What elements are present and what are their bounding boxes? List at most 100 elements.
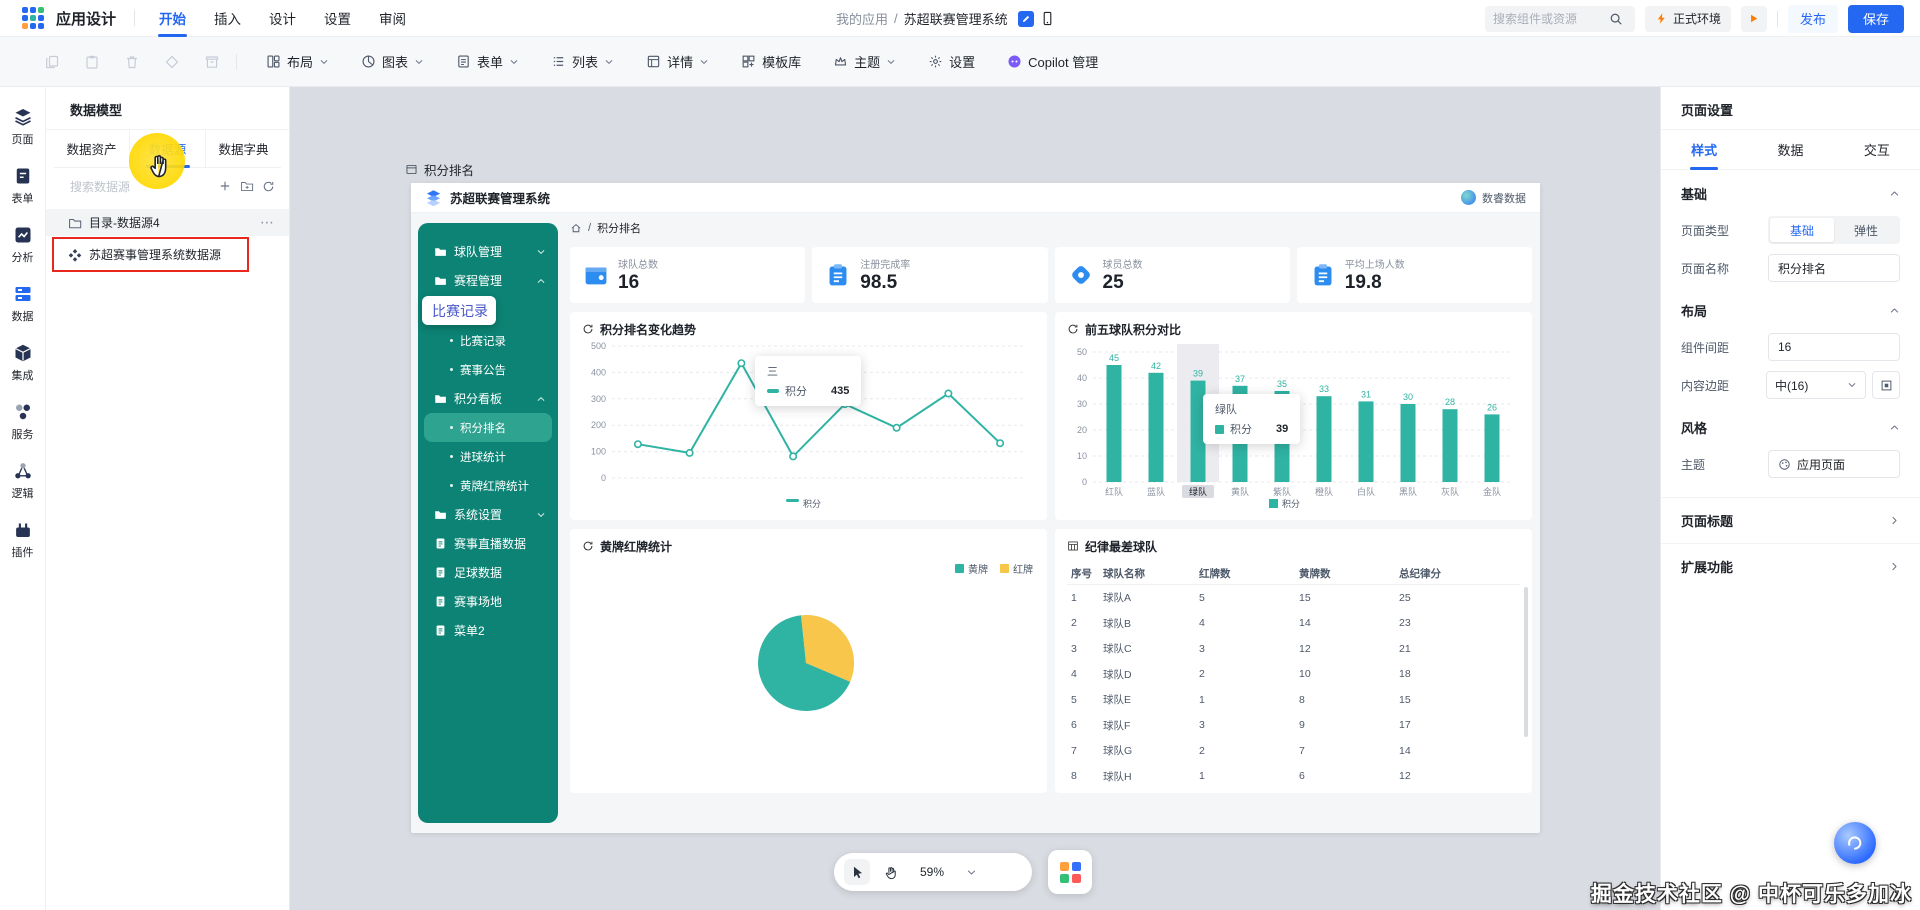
paste-icon[interactable] [84,54,100,70]
chevron-down-icon [414,57,424,67]
table-row[interactable]: 6 球队F 3 9 17 [1067,713,1520,739]
table-row[interactable]: 8 球队H 1 6 12 [1067,764,1520,790]
dash-menu-item[interactable]: 足球数据 [424,558,552,587]
save-button[interactable]: 保存 [1847,4,1904,33]
design-canvas[interactable]: 积分排名 苏超联赛管理系统 数睿数据 球队管理 赛程管理 比赛记录 比赛记录 赛事公告积… [290,87,1660,910]
tab-interaction[interactable]: 交互 [1834,130,1920,169]
toolbar-theme-button[interactable]: 主题 [820,46,909,77]
dash-menu-item[interactable]: 黄牌红牌统计 [424,471,552,500]
tree-folder-row[interactable]: 目录-数据源4 ⋯ [46,209,289,236]
table-row[interactable]: 3 球队C 3 12 21 [1067,636,1520,662]
add-folder-icon[interactable] [240,179,254,193]
clear-icon[interactable] [204,54,220,70]
rail-item-integration[interactable]: 集成 [12,343,34,383]
toolbar-form2-button[interactable]: 表单 [443,46,532,77]
page-type-segment[interactable]: 基础 弹性 [1768,216,1900,244]
delete-icon[interactable] [124,54,140,70]
line-chart-card[interactable]: 积分排名变化趋势 0 100 200 300 400 500 积分 三 积分 435 [570,312,1047,520]
more-icon[interactable]: ⋯ [260,214,275,231]
menu-item[interactable]: 审阅 [365,0,420,37]
search-input[interactable] [1492,11,1603,26]
tab-data-dictionary[interactable]: 数据字典 [205,130,281,167]
table-row[interactable]: 1 球队A 5 15 25 [1067,585,1520,611]
rail-item-logic[interactable]: 逻辑 [12,461,34,501]
home-icon[interactable] [570,222,582,234]
component-gap-input[interactable]: 16 [1768,333,1900,361]
toolbar-detail-button[interactable]: 详情 [633,46,722,77]
menu-item[interactable]: 开始 [145,0,200,37]
padding-detail-button[interactable] [1872,371,1900,399]
section-style[interactable]: 风格 [1661,404,1920,445]
menu-item[interactable]: 设计 [255,0,310,37]
dash-menu-item[interactable]: 积分排名 [424,413,552,442]
preview-run-button[interactable] [1740,5,1767,32]
dash-menu-item[interactable]: 赛程管理 [424,266,552,295]
toolbar-gear-button[interactable]: 设置 [915,46,988,77]
search-icon[interactable] [1609,12,1623,26]
assistant-bubble[interactable] [1834,822,1876,864]
dash-menu-item[interactable]: 球队管理 [424,237,552,266]
toolbar-layout-button[interactable]: 布局 [253,46,342,77]
section-layout[interactable]: 布局 [1661,287,1920,328]
pan-hand-icon[interactable] [878,859,904,885]
app-logo-icon[interactable] [22,7,44,29]
tab-data[interactable]: 数据 [1747,130,1833,169]
bar-chart-card[interactable]: 前五球队积分对比 0 10 20 30 40 50 45 42 39 37 35 33 31 30 28 26… [1055,312,1532,520]
format-icon[interactable] [164,54,180,70]
refresh-icon[interactable] [262,180,275,193]
dash-menu-item[interactable]: 积分看板 [424,384,552,413]
page-name-input[interactable]: 积分排名 [1768,254,1900,282]
content-padding-select[interactable]: 中(16) [1766,371,1866,399]
copy-icon[interactable] [44,54,60,70]
toolbar-template-button[interactable]: 模板库 [728,46,814,77]
table-card[interactable]: 纪律最差球队 序号 球队名称 红牌数 黄牌数 总纪律分 1 球队A 5 15 25 2 球队B 4 14 2… [1055,529,1532,793]
publish-button[interactable]: 发布 [1787,4,1838,33]
theme-select[interactable]: 应用页面 [1768,450,1900,478]
rail-item-forms[interactable]: 表单 [12,166,34,206]
table-row[interactable]: 2 球队B 4 14 23 [1067,611,1520,637]
edit-icon[interactable] [1017,10,1034,27]
dash-menu-item[interactable]: 赛事场地 [424,587,552,616]
dash-menu-item[interactable]: 比赛记录 [424,326,552,355]
rail-item-service[interactable]: 服务 [12,402,34,442]
environment-switch[interactable]: 正式环境 [1644,5,1731,32]
dash-menu-item[interactable]: 菜单2 [424,616,552,645]
menu-item[interactable]: 设置 [310,0,365,37]
dash-menu-item[interactable]: 赛事公告 [424,355,552,384]
tab-style[interactable]: 样式 [1661,130,1747,169]
menu-item[interactable]: 插入 [200,0,255,37]
breadcrumb-my-apps[interactable]: 我的应用 [836,9,888,28]
select-cursor-icon[interactable] [844,859,870,885]
dash-menu-item[interactable]: 进球统计 [424,442,552,471]
widgets-button[interactable] [1048,850,1092,894]
table-row[interactable]: 5 球队E 1 8 15 [1067,687,1520,713]
option-basic[interactable]: 基础 [1770,218,1834,242]
table-scrollbar[interactable] [1524,587,1528,737]
pie-chart-card[interactable]: 黄牌红牌统计 黄牌 红牌 [570,529,1047,793]
tree-datasource-row[interactable]: 苏超赛事管理系统数据源 [46,237,289,272]
rail-item-data[interactable]: 数据 [12,284,34,324]
mobile-preview-icon[interactable] [1040,11,1055,26]
zoom-value[interactable]: 59% [920,865,944,879]
zoom-caret-icon[interactable] [966,867,977,878]
section-page-title[interactable]: 页面标题 [1661,497,1920,543]
canvas-page-label[interactable]: 积分排名 [405,160,474,179]
dash-menu-item[interactable]: 系统设置 [424,500,552,529]
dashboard-preview[interactable]: 苏超联赛管理系统 数睿数据 球队管理 赛程管理 比赛记录 比赛记录 赛事公告 积分看板 积分… [411,183,1540,833]
table-row[interactable]: 7 球队G 2 7 14 [1067,738,1520,764]
rail-item-pages[interactable]: 页面 [12,107,34,147]
tab-data-assets[interactable]: 数据资产 [54,130,129,167]
toolbar-copilot-button[interactable]: Copilot 管理 [994,46,1111,77]
dash-menu-item[interactable]: 赛事直播数据 [424,529,552,558]
add-icon[interactable] [218,179,232,193]
rail-item-plugin[interactable]: 插件 [12,520,34,560]
section-basic[interactable]: 基础 [1661,170,1920,211]
option-flex[interactable]: 弹性 [1834,218,1898,242]
section-extensions[interactable]: 扩展功能 [1661,543,1920,589]
rail-item-analysis[interactable]: 分析 [12,225,34,265]
toolbar-chart-button[interactable]: 图表 [348,46,437,77]
toolbar-list-button[interactable]: 列表 [538,46,627,77]
table-row[interactable]: 4 球队D 2 10 18 [1067,662,1520,688]
component-search[interactable] [1484,5,1635,32]
svg-text:400: 400 [591,367,606,377]
